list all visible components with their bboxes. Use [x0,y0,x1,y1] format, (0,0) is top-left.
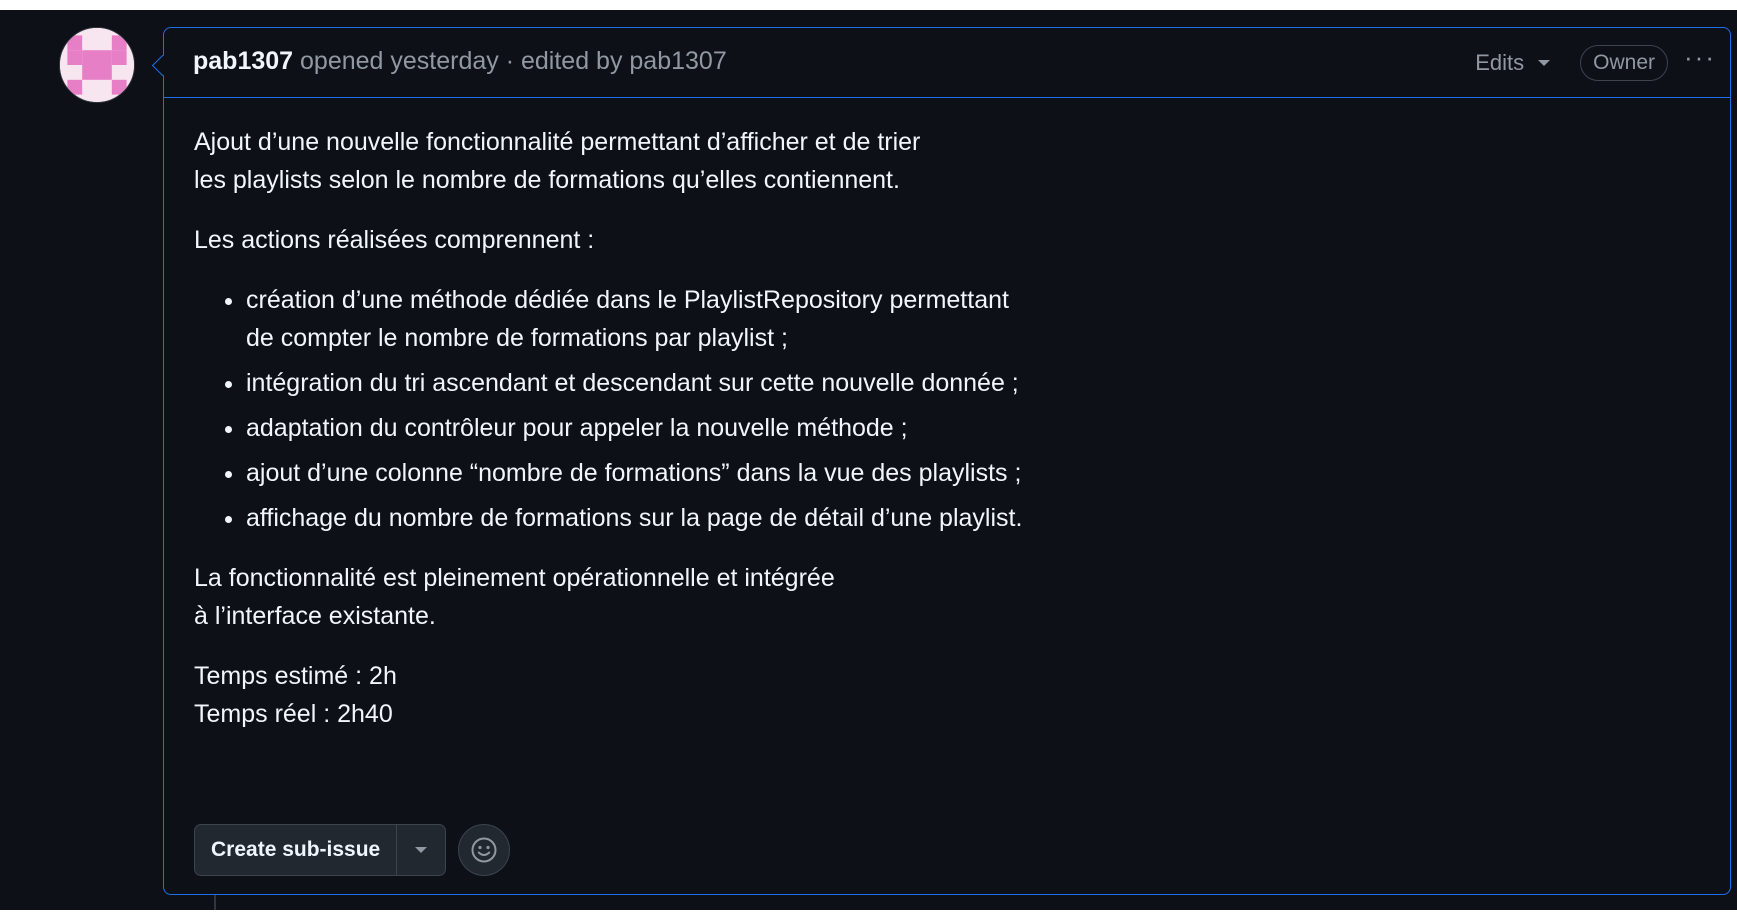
list-item: création d’une méthode dédiée dans le Pl… [246,281,1294,357]
create-sub-issue-button[interactable]: Create sub-issue [195,825,398,875]
edits-label: Edits [1475,49,1525,75]
conclusion-paragraph: La fonctionnalité est pleinement opérati… [194,559,1294,635]
intro-line-2: les playlists selon le nombre de formati… [194,166,900,194]
time-estimated: Temps estimé : 2h [194,662,397,690]
owner-badge: Owner [1580,44,1669,81]
create-sub-issue-split-button: Create sub-issue [194,824,447,876]
list-item: affichage du nombre de formations sur la… [246,499,1294,537]
list-item-text: ajout d’une colonne “nombre de formation… [246,459,1022,487]
time-paragraph: Temps estimé : 2h Temps réel : 2h40 [194,657,1294,733]
conclusion-line-2: à l’interface existante. [194,602,436,630]
identicon-avatar-icon [60,28,134,102]
list-item-text: intégration du tri ascendant et descenda… [246,369,1019,397]
intro-line-1: Ajout d’une nouvelle fonctionnalité perm… [194,128,921,156]
header-actions: Edits Owner ··· [1475,28,1730,97]
list-item-text-continued: de compter le nombre de formations par p… [246,324,788,352]
chevron-down-icon [1538,59,1551,66]
avatar[interactable] [59,27,135,103]
intro-paragraph: Ajout d’une nouvelle fonctionnalité perm… [194,123,1294,199]
comment-meta-text[interactable]: opened yesterday · edited by pab1307 [293,47,727,75]
edits-dropdown[interactable]: Edits [1475,49,1551,76]
list-item-text: affichage du nombre de formations sur la… [246,504,1023,532]
page-frame: pab1307 opened yesterday · edited by pab… [0,0,1737,918]
time-real: Temps réel : 2h40 [194,700,393,728]
list-item-text: création d’une méthode dédiée dans le Pl… [246,286,1009,314]
list-item-text: adaptation du contrôleur pour appeler la… [246,414,908,442]
add-reaction-button[interactable] [458,824,511,876]
comment-meta: pab1307 opened yesterday · edited by pab… [193,47,727,76]
issue-comment: pab1307 opened yesterday · edited by pab… [163,27,1731,895]
triangle-down-icon [415,847,428,853]
list-item: adaptation du contrôleur pour appeler la… [246,409,1294,447]
smiley-icon [471,837,497,863]
list-item: ajout d’une colonne “nombre de formation… [246,454,1294,492]
conclusion-line-1: La fonctionnalité est pleinement opérati… [194,564,835,592]
comment-body: Ajout d’une nouvelle fonctionnalité perm… [194,123,1294,755]
comment-actions: Create sub-issue [194,824,511,876]
kebab-horizontal-icon[interactable]: ··· [1684,42,1716,73]
issue-canvas: pab1307 opened yesterday · edited by pab… [0,10,1737,910]
create-sub-issue-menu-button[interactable] [397,825,445,875]
actions-list: création d’une méthode dédiée dans le Pl… [194,281,1294,537]
list-item: intégration du tri ascendant et descenda… [246,364,1294,402]
actions-heading: Les actions réalisées comprennent : [194,226,595,254]
comment-header: pab1307 opened yesterday · edited by pab… [164,28,1730,98]
author-link[interactable]: pab1307 [193,47,293,75]
